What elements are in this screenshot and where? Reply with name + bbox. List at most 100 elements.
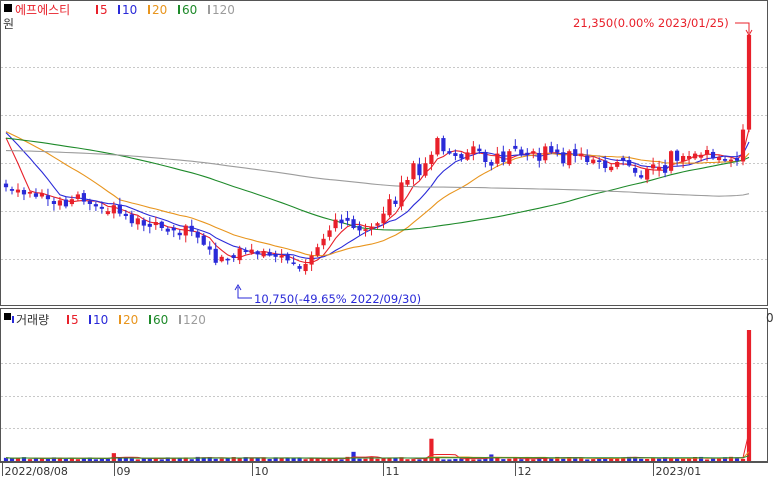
candle-body <box>153 222 158 226</box>
volume-bar <box>75 459 81 461</box>
candle-body <box>129 214 134 224</box>
candle-body <box>579 153 584 157</box>
volume-bar <box>519 459 524 461</box>
volume-bar <box>321 459 326 461</box>
candle-body <box>746 34 752 130</box>
x-axis-ticks: 2022/08/08 09 10 11 12 2023/01 <box>2 462 702 478</box>
legend-swatch-ma120 <box>179 315 181 324</box>
legend-period-ma60: 60 <box>182 3 197 17</box>
volume-bar <box>441 459 446 461</box>
volume-zero-label: 0 <box>766 311 773 325</box>
volume-bar <box>591 459 596 461</box>
volume-bar <box>639 458 644 461</box>
volume-bar <box>93 459 98 461</box>
candle-body <box>99 206 104 209</box>
high-annotation: 21,350(0.00% 2023/01/25) <box>573 16 729 30</box>
candle-body <box>686 156 692 159</box>
candle-body <box>45 195 51 200</box>
candle-body <box>465 152 470 160</box>
x-tick-label: 2023/01 <box>656 465 702 478</box>
legend-period-ma5: 5 <box>100 3 108 17</box>
volume-bar <box>159 459 164 461</box>
candle-body <box>33 193 39 197</box>
legend-swatch-ma120 <box>208 5 210 14</box>
candle-body <box>519 149 524 155</box>
candle-body <box>261 252 266 257</box>
legend-swatch-ma60 <box>149 315 151 324</box>
candle-body <box>453 153 458 156</box>
stock-chart: 에프에스티 5 10 20 60 120 원 21,350(0.00% 2023/01/… <box>0 0 773 478</box>
candle-body <box>393 200 398 204</box>
volume-bar <box>39 458 45 461</box>
price-panel-frame <box>0 0 768 306</box>
candle-body <box>471 146 476 155</box>
legend-period-ma5: 5 <box>71 313 79 327</box>
candle-body <box>189 225 194 232</box>
candle-body <box>375 223 380 226</box>
candle-body <box>387 199 392 216</box>
candle-body <box>507 151 512 164</box>
candle-body <box>633 167 638 173</box>
candle-body <box>489 162 494 166</box>
candle-body <box>447 151 452 154</box>
candle-body <box>279 255 284 258</box>
legend-period-ma10: 10 <box>93 313 108 327</box>
candle-body <box>704 150 710 155</box>
x-tick-label: 10 <box>255 465 269 478</box>
candle-body <box>435 138 440 155</box>
candle-body <box>483 151 488 162</box>
candle-body <box>698 154 704 158</box>
candle-body <box>81 193 86 202</box>
candle-body <box>663 165 668 173</box>
candle-body <box>321 238 326 246</box>
candle-body <box>75 194 81 199</box>
volume-bar <box>447 459 452 461</box>
candle-body <box>69 199 75 205</box>
legend-swatch-ma10 <box>118 5 120 14</box>
candle-body <box>549 146 554 153</box>
candle-body <box>585 155 590 162</box>
candle-body <box>249 249 254 253</box>
candle-body <box>309 255 314 265</box>
candle-body <box>159 221 164 228</box>
volume-bar <box>105 458 110 461</box>
candle-body <box>315 247 320 256</box>
volume-bar <box>267 458 272 461</box>
volume-bar <box>405 459 410 461</box>
candle-body <box>111 205 116 214</box>
candle-body <box>710 151 716 159</box>
volume-bar <box>453 458 458 461</box>
volume-panel-frame <box>0 308 768 462</box>
volume-bar <box>213 458 218 461</box>
x-tick-label: 11 <box>386 465 400 478</box>
candle-body <box>105 211 110 215</box>
legend-period-ma10: 10 <box>122 3 137 17</box>
candle-body <box>333 219 338 229</box>
candle-body <box>213 248 218 263</box>
x-tick-label: 09 <box>117 465 131 478</box>
volume-bar <box>339 459 344 461</box>
volume-bar <box>716 458 722 461</box>
candle-body <box>740 129 746 162</box>
volume-bar <box>680 458 686 461</box>
candle-body <box>303 264 308 272</box>
volume-bar <box>471 459 476 461</box>
candle-body <box>39 193 45 197</box>
legend-swatch-ma60 <box>178 5 180 14</box>
candle-body <box>183 225 188 236</box>
volume-bar <box>417 459 422 461</box>
candle-body <box>674 150 680 161</box>
volume-bar <box>219 458 224 461</box>
candle-body <box>495 153 500 164</box>
volume-bar <box>129 458 134 461</box>
candle-body <box>639 175 644 178</box>
volume-bar <box>501 459 506 461</box>
volume-bar <box>483 458 488 461</box>
candle-body <box>734 157 740 161</box>
volume-bar <box>561 458 566 461</box>
candle-body <box>327 230 332 237</box>
volume-bar <box>531 459 536 461</box>
candle-body <box>15 189 21 193</box>
legend-period-ma20: 20 <box>123 313 138 327</box>
volume-bar <box>27 459 33 461</box>
